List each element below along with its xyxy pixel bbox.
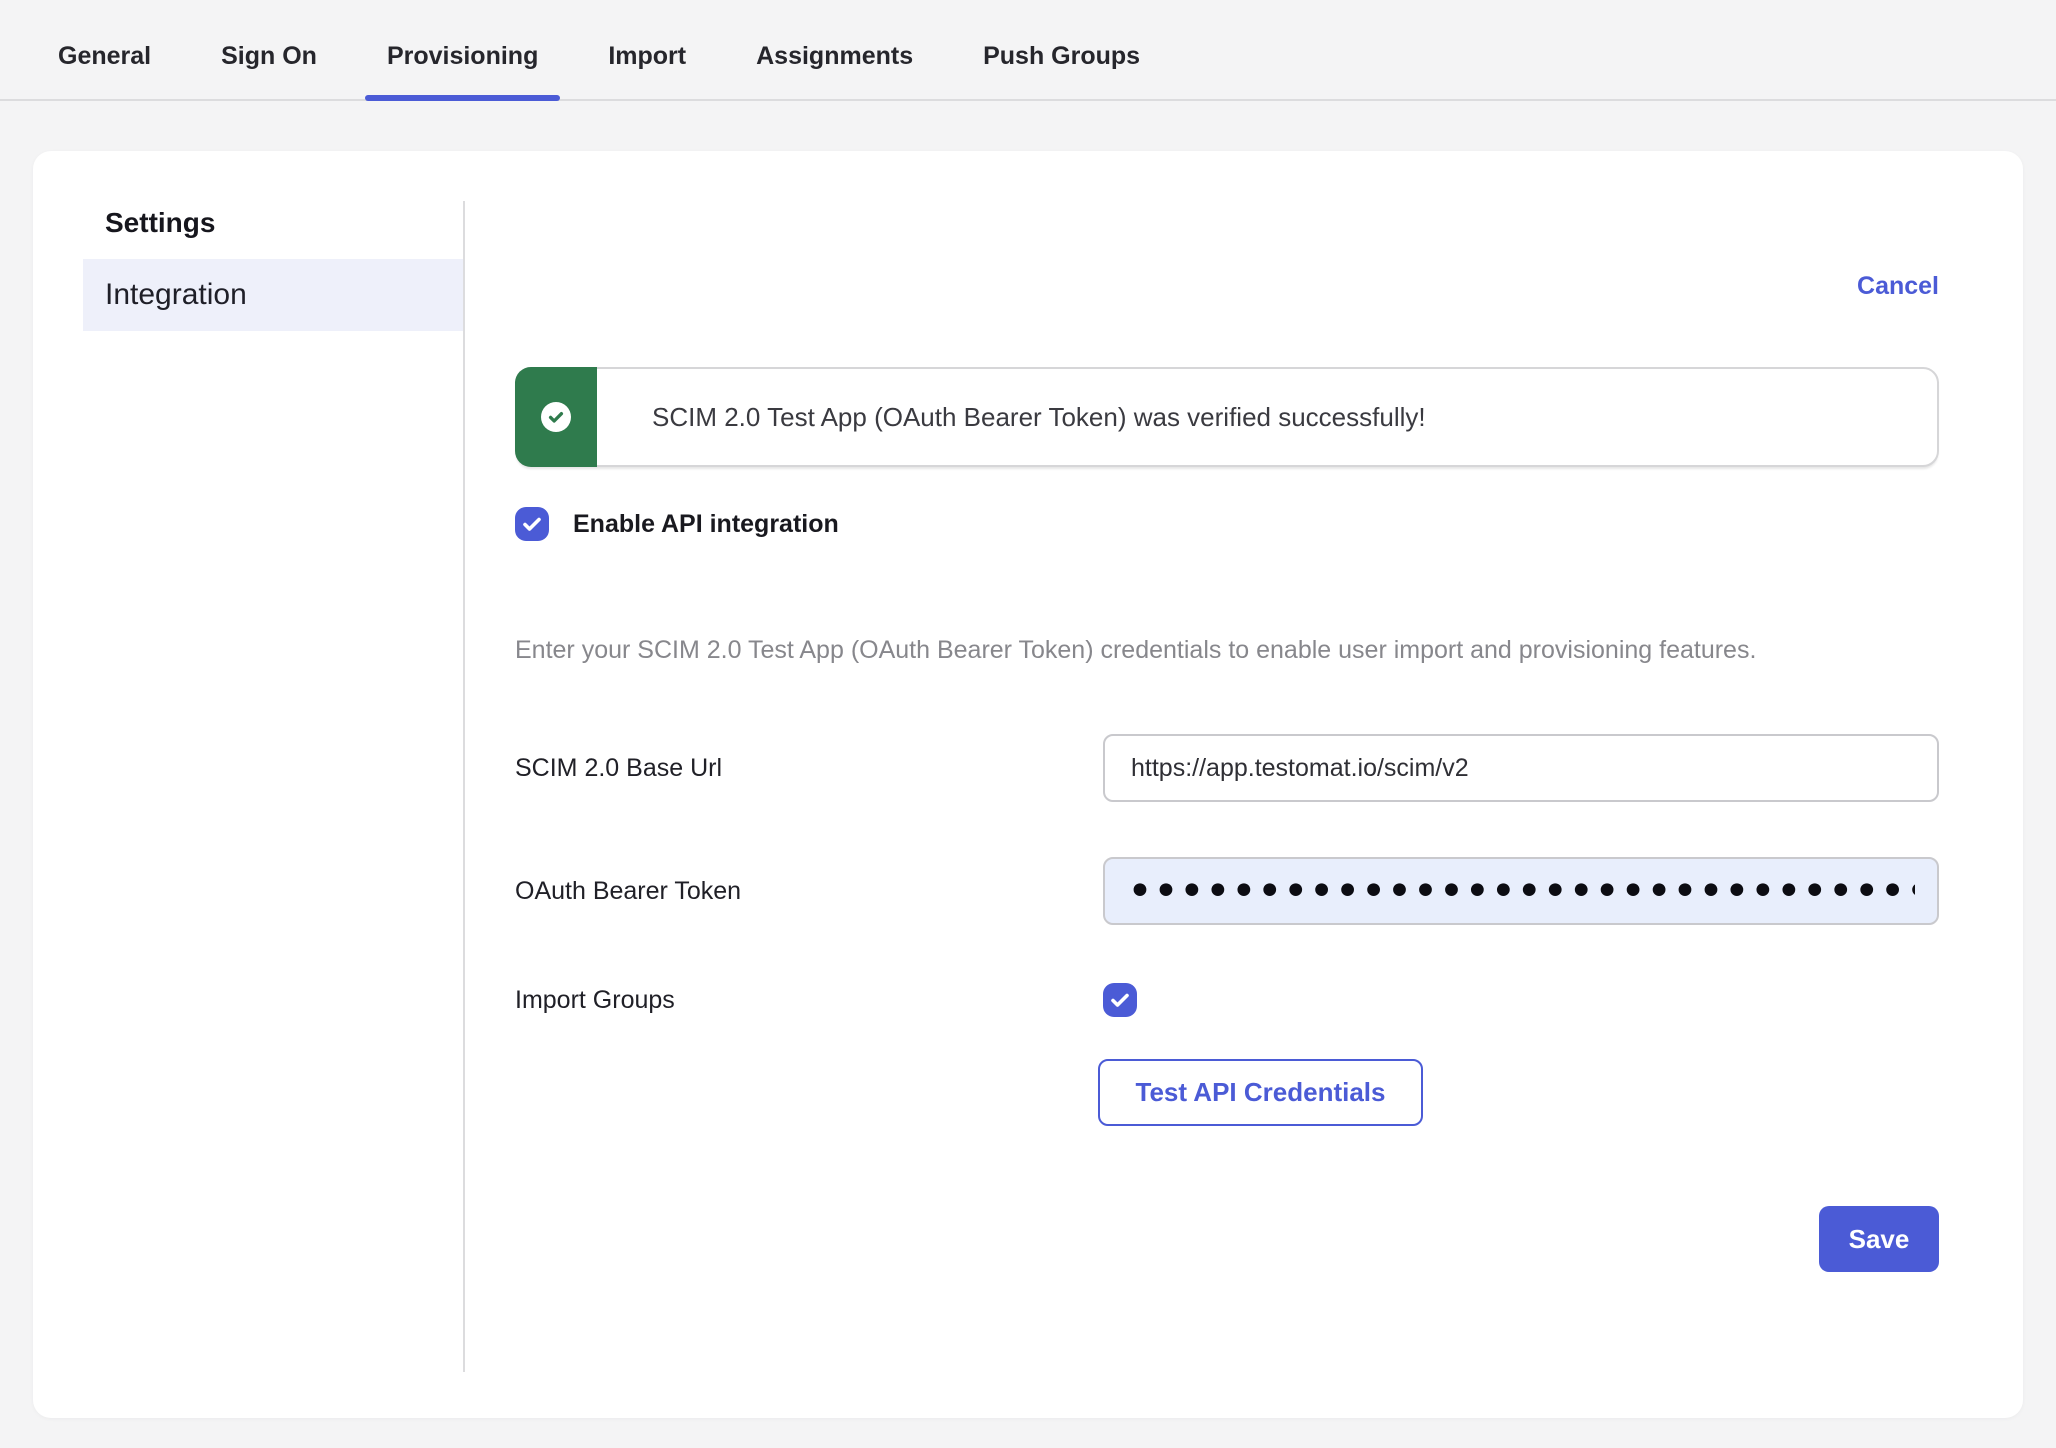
success-banner: SCIM 2.0 Test App (OAuth Bearer Token) w…: [515, 367, 1939, 467]
import-groups-checkbox[interactable]: [1103, 983, 1137, 1017]
test-api-credentials-button[interactable]: Test API Credentials: [1098, 1059, 1423, 1126]
base-url-input[interactable]: [1103, 734, 1939, 802]
bearer-token-label: OAuth Bearer Token: [515, 877, 1103, 906]
sidebar-heading: Settings: [105, 207, 463, 239]
save-button[interactable]: Save: [1819, 1206, 1939, 1272]
enable-api-checkbox[interactable]: [515, 507, 549, 541]
app-tabbar: General Sign On Provisioning Import Assi…: [0, 0, 2056, 101]
base-url-row: SCIM 2.0 Base Url: [515, 734, 1939, 802]
checkmark-icon: [520, 512, 544, 536]
success-banner-accent: [515, 367, 597, 467]
test-credentials-row: Test API Credentials: [515, 1059, 1939, 1126]
tab-provisioning[interactable]: Provisioning: [365, 14, 560, 99]
tab-general[interactable]: General: [36, 14, 173, 99]
provisioning-card: Settings Integration Cancel SCIM 2.0 Tes…: [33, 151, 2023, 1418]
success-check-icon: [541, 402, 571, 432]
sidebar-item-integration[interactable]: Integration: [83, 259, 463, 331]
credentials-description: Enter your SCIM 2.0 Test App (OAuth Bear…: [515, 627, 1885, 674]
tab-push-groups[interactable]: Push Groups: [961, 14, 1162, 99]
tab-sign-on[interactable]: Sign On: [199, 14, 339, 99]
save-row: Save: [515, 1206, 1939, 1272]
base-url-label: SCIM 2.0 Base Url: [515, 754, 1103, 783]
import-groups-row: Import Groups: [515, 983, 1939, 1017]
enable-api-row: Enable API integration: [515, 507, 1939, 541]
enable-api-label: Enable API integration: [573, 510, 839, 539]
sidebar-item-label: Integration: [105, 278, 247, 312]
tab-assignments[interactable]: Assignments: [734, 14, 935, 99]
bearer-token-row: OAuth Bearer Token: [515, 857, 1939, 925]
settings-sidebar: Settings Integration: [33, 151, 463, 1418]
integration-form-panel: Cancel SCIM 2.0 Test App (OAuth Bearer T…: [465, 151, 2025, 1418]
import-groups-label: Import Groups: [515, 986, 1103, 1015]
tab-import[interactable]: Import: [586, 14, 708, 99]
bearer-token-input[interactable]: [1103, 857, 1939, 925]
cancel-link[interactable]: Cancel: [1857, 271, 1939, 301]
checkmark-icon: [1108, 988, 1132, 1012]
form-header-actions: Cancel: [515, 271, 1939, 301]
success-banner-message: SCIM 2.0 Test App (OAuth Bearer Token) w…: [652, 402, 1426, 433]
